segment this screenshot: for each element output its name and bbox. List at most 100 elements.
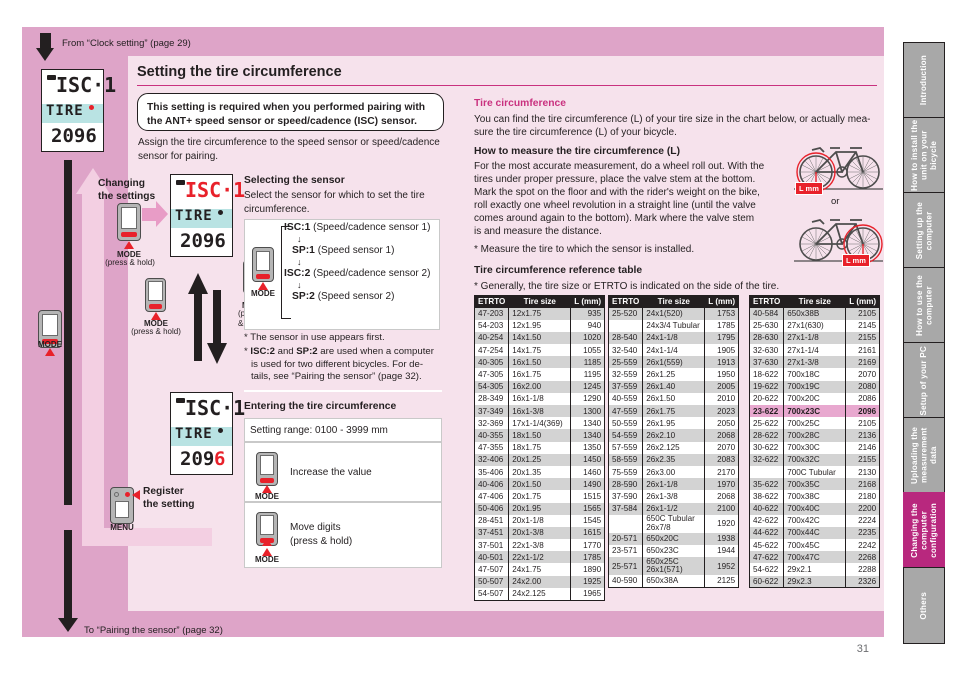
- table-row: 50-406 20x1.95 1565: [473, 502, 606, 515]
- measure-note: * Measure the tire to which the sensor i…: [474, 244, 695, 255]
- index-tab-strip: Introduction How to install the unit on …: [890, 0, 954, 675]
- table-cell: 2070: [845, 368, 881, 381]
- table-cell: 27x1-1/4: [783, 344, 847, 357]
- table-cell: 24x3/4 Tubular: [642, 319, 706, 332]
- tab-label-3: How to use the computer: [914, 274, 934, 337]
- sensor-code-1: SP:1: [292, 245, 315, 256]
- mode-label-increase: MODE: [255, 492, 279, 501]
- tire-table-col1: ETRTO Tire size L (mm) 47-203 12x1.75 935 5…: [473, 295, 606, 601]
- table-cell: 2180: [845, 490, 881, 503]
- menu-label: MENU: [110, 523, 134, 532]
- sensor-item-2: ISC:2 (Speed/cadence sensor 2): [284, 268, 430, 279]
- table-row: 37-559 26x1.40 2005: [607, 380, 740, 393]
- sequence-arrow-0: ↓: [297, 234, 302, 244]
- l-mm-label-front: L mm: [795, 182, 823, 195]
- table-cell: 14x1.75: [508, 344, 572, 357]
- th-etrto-1: ETRTO: [473, 295, 510, 308]
- table-cell: 2105: [845, 307, 881, 320]
- return-flow-band: [82, 190, 104, 545]
- tab-changing-config[interactable]: Changing the computer configuration: [903, 492, 945, 569]
- table-cell: 19-622: [748, 380, 785, 393]
- table-cell: 16x1-1/8: [508, 392, 572, 405]
- table-cell: 47-559: [607, 405, 644, 418]
- table-cell: 44-622: [748, 526, 785, 540]
- table-row: 19-622 700x19C 2080: [748, 380, 881, 393]
- table-cell: 42-622: [748, 514, 785, 527]
- tab-setup-pc[interactable]: Setup of your PC: [903, 342, 945, 419]
- table-row: 40-622 700x40C 2200: [748, 502, 881, 515]
- th-len-1: L (mm): [570, 295, 606, 308]
- table-cell: 35-406: [473, 465, 510, 479]
- table-row: 35-622 700x35C 2168: [748, 478, 881, 491]
- increase-value-label: Increase the value: [290, 467, 372, 478]
- table-cell: 700x23C: [783, 405, 847, 418]
- page-number: 31: [856, 643, 869, 655]
- table-cell: 2168: [845, 478, 881, 491]
- how-to-l2: tires under proper pressure, place the v…: [474, 174, 756, 185]
- table-row: 37-590 26x1-3/8 2068: [607, 490, 740, 503]
- table-cell: 23-571: [607, 544, 644, 558]
- table-cell: 18x1.50: [508, 429, 572, 442]
- table-row: 32-559 26x1.25 1950: [607, 368, 740, 381]
- table-cell: 700x20C: [783, 392, 847, 405]
- tab-uploading[interactable]: Uploading the measurement data: [903, 417, 945, 494]
- lcd2-value: 2096: [180, 230, 226, 253]
- press-hold-mid: (press & hold): [131, 327, 181, 336]
- tab-how-to-use[interactable]: How to use the computer: [903, 267, 945, 344]
- tab-setting-up[interactable]: Setting up the computer: [903, 192, 945, 269]
- table-cell: 2155: [845, 453, 881, 466]
- table-cell: 1245: [570, 380, 606, 393]
- unit-icon-mode-mid: [145, 278, 166, 312]
- table-cell: 2161: [845, 344, 881, 357]
- table-cell: 20x1.95: [508, 502, 572, 515]
- table-cell: 700x38C: [783, 490, 847, 503]
- tab-others[interactable]: Others: [903, 567, 945, 644]
- table-cell: 2010: [704, 392, 740, 405]
- table-cell: 700x28C: [783, 429, 847, 442]
- table-cell: 2096: [845, 405, 881, 418]
- table-cell: 54-203: [473, 319, 510, 332]
- table-row: 28-540 24x1-1/8 1795: [607, 331, 740, 345]
- table-cell: 1055: [570, 344, 606, 357]
- table-cell: 1340: [570, 429, 606, 442]
- table-cell: 54-622: [748, 563, 785, 576]
- sensor-desc-0: (Speed/cadence sensor 1): [313, 222, 431, 233]
- table-cell: 17x1-1/4(369): [508, 417, 572, 430]
- table-cell: 650x23C: [642, 544, 706, 558]
- etrto-note: * Generally, the tire size or ETRTO is i…: [474, 281, 780, 292]
- tab-label-4: Setup of your PC: [919, 345, 929, 416]
- table-cell: 37-349: [473, 405, 510, 418]
- table-cell: 50-406: [473, 502, 510, 515]
- table-cell: 26x1.40: [642, 380, 706, 393]
- table-row: 28-349 16x1-1/8 1290: [473, 392, 606, 405]
- sensor-desc-2: (Speed/cadence sensor 2): [313, 268, 431, 279]
- table-cell: [607, 319, 644, 332]
- table-row: 44-622 700x44C 2235: [748, 526, 881, 540]
- table-cell: 2083: [704, 453, 740, 466]
- lcd3-mid-text: TIRE: [175, 426, 213, 443]
- tab-introduction[interactable]: Introduction: [903, 42, 945, 119]
- table-row: 35-406 20x1.35 1460: [473, 465, 606, 479]
- tire-table-col3: ETRTO Tire size L (mm) 40-584 650x38B 2105…: [748, 295, 881, 589]
- table-cell: 2288: [845, 563, 881, 576]
- table-cell: 40-406: [473, 478, 510, 491]
- table-cell: 1490: [570, 478, 606, 491]
- table-cell: 47-355: [473, 441, 510, 454]
- table-cell: 24x1-1/4: [642, 344, 706, 357]
- move-digits-label: Move digits (press & hold): [290, 522, 353, 547]
- table-row: 32-369 17x1-1/4(369) 1340: [473, 417, 606, 430]
- sensor-item-1: SP:1 (Speed sensor 1): [292, 245, 394, 256]
- tab-how-to-install[interactable]: How to install the unit on your bicycle: [903, 117, 945, 194]
- table-cell: 650C Tubular 26x7/8: [642, 514, 706, 533]
- table-cell: 37-584: [607, 502, 644, 515]
- sensor-code-3: SP:2: [292, 291, 315, 302]
- table-row: 28-622 700x28C 2136: [748, 429, 881, 442]
- table-row: 47-305 16x1.75 1195: [473, 368, 606, 381]
- table-cell: 47-203: [473, 307, 510, 320]
- tire-table-col2: ETRTO Tire size L (mm) 25-520 24x1(520) 17…: [607, 295, 740, 588]
- table-row: 50-559 26x1.95 2050: [607, 417, 740, 430]
- table-cell: 650x25C 26x1(571): [642, 557, 706, 576]
- table-cell: 2068: [704, 429, 740, 442]
- up-flow-shaft: [194, 293, 202, 361]
- table-cell: 2050: [704, 417, 740, 430]
